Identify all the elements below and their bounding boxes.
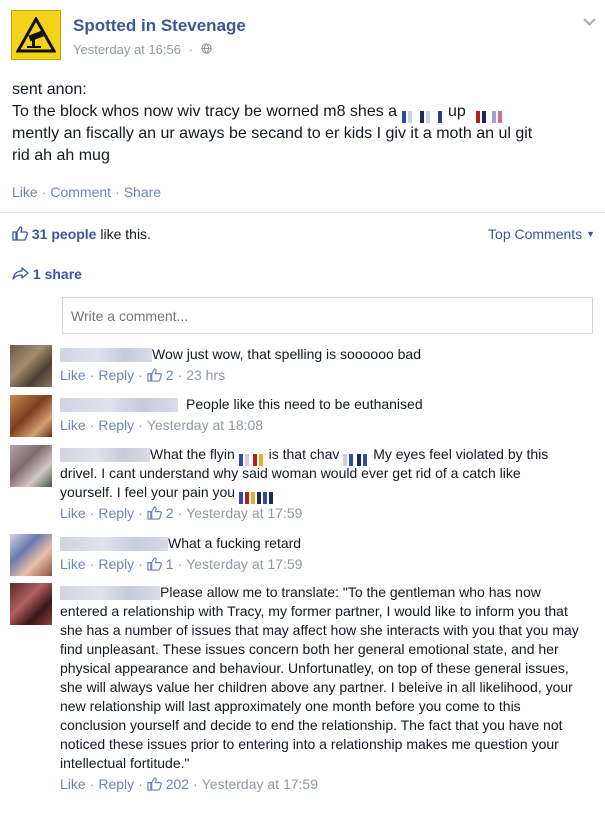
censored-word bbox=[343, 449, 369, 466]
comment-timestamp[interactable]: Yesterday at 17:59 bbox=[186, 556, 302, 572]
post-actions: Like · Comment · Share bbox=[12, 184, 162, 200]
comment-actions: Like · Reply · 2 · 23 hrs bbox=[60, 366, 560, 387]
comment-text: What a fucking retard bbox=[168, 535, 302, 551]
comment-body: Please allow me to translate: "To the ge… bbox=[60, 583, 580, 796]
comment-reply-link[interactable]: Reply bbox=[98, 505, 134, 521]
censored-word bbox=[476, 106, 504, 123]
comment-likes-count: 1 bbox=[165, 556, 174, 572]
post-meta: Yesterday at 16:56 · bbox=[73, 41, 212, 57]
comment-likes[interactable]: 2 bbox=[147, 505, 174, 521]
avatar[interactable] bbox=[10, 445, 52, 487]
comment-likes[interactable]: 202 bbox=[147, 776, 189, 792]
comment-likes[interactable]: 2 bbox=[147, 367, 174, 383]
comment-like-link[interactable]: Like bbox=[60, 367, 86, 383]
post-text-segment: To the block whos now wiv tracy be worne… bbox=[12, 103, 398, 120]
comment-actions: Like · Reply · 202 · Yesterday at 17:59 bbox=[60, 775, 580, 796]
thumbs-up-icon bbox=[147, 557, 162, 576]
avatar[interactable] bbox=[10, 534, 52, 576]
top-comments-label: Top Comments bbox=[488, 226, 583, 242]
divider bbox=[0, 212, 605, 213]
post-text-line: sent anon: bbox=[12, 81, 87, 98]
comment-reply-link[interactable]: Reply bbox=[98, 367, 134, 383]
commenter-name-blurred[interactable] bbox=[60, 398, 178, 413]
caret-down-icon: ▼ bbox=[586, 229, 595, 239]
comment-like-link[interactable]: Like bbox=[60, 776, 86, 792]
likes-summary: 31 people like this. Top Comments ▼ bbox=[12, 226, 595, 244]
censored-word bbox=[238, 449, 265, 466]
comment-timestamp[interactable]: Yesterday at 17:59 bbox=[202, 776, 318, 792]
comment-timestamp[interactable]: Yesterday at 18:08 bbox=[147, 417, 263, 433]
comment-actions: Like · Reply · 1 · Yesterday at 17:59 bbox=[60, 555, 560, 576]
comment-actions: Like · Reply · Yesterday at 18:08 bbox=[60, 417, 264, 433]
like-link[interactable]: Like bbox=[12, 184, 38, 200]
comment-like-link[interactable]: Like bbox=[60, 556, 86, 572]
comment-likes-count: 202 bbox=[165, 776, 190, 792]
commenter-name-blurred[interactable] bbox=[60, 348, 152, 363]
comment-text: is that chav bbox=[268, 446, 340, 462]
top-comments-dropdown[interactable]: Top Comments ▼ bbox=[488, 226, 595, 242]
avatar[interactable] bbox=[10, 345, 52, 387]
comment-like-link[interactable]: Like bbox=[60, 417, 86, 433]
post-body: sent anon: To the block whos now wiv tra… bbox=[12, 79, 597, 167]
likes-suffix: like this. bbox=[100, 226, 151, 242]
avatar[interactable] bbox=[10, 395, 52, 437]
thumbs-up-icon bbox=[12, 226, 28, 244]
comment-body: What a fucking retard Like · Reply · 1 · Yest… bbox=[60, 534, 560, 576]
comment-reply-link[interactable]: Reply bbox=[98, 556, 134, 572]
avatar[interactable] bbox=[10, 583, 52, 625]
thumbs-up-icon bbox=[147, 506, 162, 525]
comment-text: What the flyin bbox=[150, 446, 235, 462]
shares-link[interactable]: 1 share bbox=[12, 266, 82, 282]
share-link[interactable]: Share bbox=[124, 184, 161, 200]
post-text-line: rid ah ah mug bbox=[12, 147, 110, 164]
comment-text: Wow just wow, that spelling is soooooo b… bbox=[152, 346, 422, 362]
comment-text: People like this need to be euthanised bbox=[186, 396, 423, 412]
comment-likes-count: 2 bbox=[165, 367, 174, 383]
meta-separator: · bbox=[188, 42, 193, 58]
thumbs-up-icon bbox=[147, 368, 162, 387]
comment-actions: Like · Reply · 2 · Yesterday at 17:59 bbox=[60, 504, 570, 525]
comment-likes-count: 2 bbox=[165, 505, 174, 521]
comment-reply-link[interactable]: Reply bbox=[98, 776, 134, 792]
post-timestamp[interactable]: Yesterday at 16:56 bbox=[73, 42, 181, 57]
comment-body: Wow just wow, that spelling is soooooo b… bbox=[60, 345, 560, 387]
globe-icon[interactable] bbox=[200, 42, 212, 57]
page-name-link[interactable]: Spotted in Stevenage bbox=[73, 16, 246, 36]
comment-reply-link[interactable]: Reply bbox=[98, 417, 134, 433]
commenter-name-blurred[interactable] bbox=[60, 586, 160, 601]
chevron-down-icon[interactable] bbox=[583, 14, 596, 29]
commenter-name-blurred[interactable] bbox=[60, 537, 168, 552]
post-text-line: To the block whos now wiv tracy be worne… bbox=[12, 101, 597, 123]
commenter-name-blurred[interactable] bbox=[60, 448, 150, 463]
post-header: Spotted in Stevenage Yesterday at 16:56 … bbox=[11, 10, 596, 64]
comment-likes[interactable]: 1 bbox=[147, 556, 174, 572]
censored-word bbox=[239, 487, 275, 504]
comment-timestamp[interactable]: Yesterday at 17:59 bbox=[186, 505, 302, 521]
censored-word bbox=[401, 106, 444, 123]
comment-input[interactable] bbox=[62, 297, 593, 334]
thumbs-up-icon bbox=[147, 777, 162, 796]
comment-body: People like this need to be euthanised L… bbox=[60, 395, 560, 435]
likes-count-link[interactable]: 31 people bbox=[32, 226, 97, 242]
comment-like-link[interactable]: Like bbox=[60, 505, 86, 521]
comment-body: What the flyin is that chav My eyes feel… bbox=[60, 445, 570, 525]
cctv-warning-sign-icon[interactable] bbox=[11, 10, 61, 60]
comment-timestamp[interactable]: 23 hrs bbox=[186, 367, 225, 383]
comment-text: Please allow me to translate: "To the ge… bbox=[60, 584, 579, 771]
post-text-line: mently an fiscally an ur aways be secand… bbox=[12, 125, 533, 142]
shares-count: 1 share bbox=[32, 266, 82, 282]
share-arrow-icon bbox=[12, 266, 33, 282]
comment-link[interactable]: Comment bbox=[50, 184, 111, 200]
post-text-segment: up bbox=[447, 103, 466, 120]
